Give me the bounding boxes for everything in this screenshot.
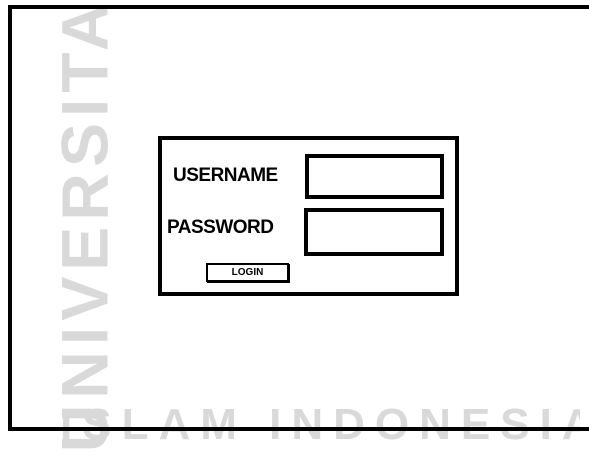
username-label: USERNAME [173, 165, 278, 186]
login-panel: USERNAME PASSWORD LOGIN [158, 136, 459, 296]
password-label: PASSWORD [167, 217, 274, 238]
login-button[interactable]: LOGIN [206, 263, 289, 282]
username-field[interactable] [305, 154, 444, 199]
password-field[interactable] [304, 208, 444, 256]
